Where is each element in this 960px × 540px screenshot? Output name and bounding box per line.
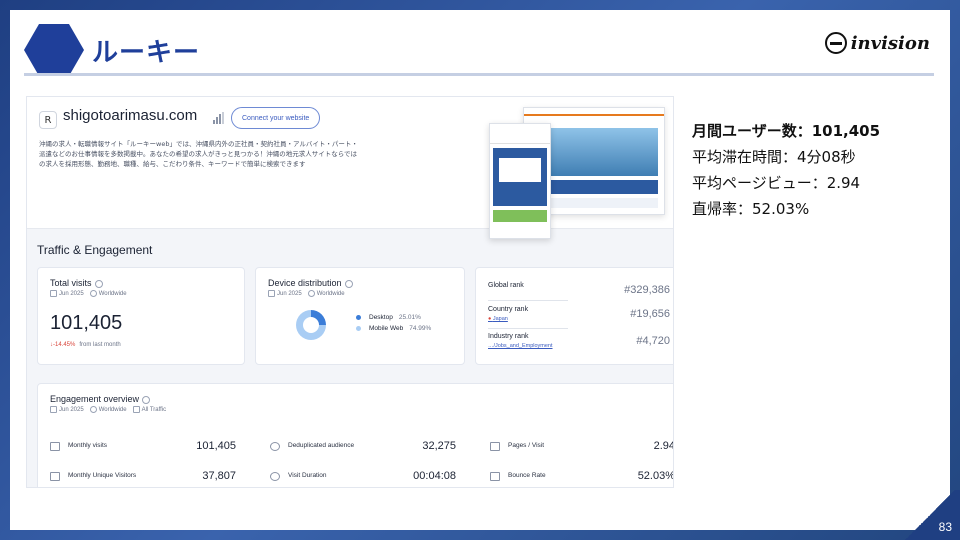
metric-monthly-visits: Monthly visits 101,405 bbox=[50, 440, 236, 454]
stat-avg-duration: 平均滞在時間：4分08秒 bbox=[692, 148, 856, 166]
device-donut-chart bbox=[296, 310, 326, 340]
country-rank-value: #19,656 bbox=[630, 308, 670, 320]
calendar-icon bbox=[50, 442, 60, 451]
info-icon[interactable] bbox=[94, 279, 103, 288]
metric-visit-duration: Visit Duration 00:04:08 bbox=[270, 470, 456, 484]
metric-bounce-rate: Bounce Rate 52.03% bbox=[490, 470, 673, 484]
globe-icon bbox=[307, 290, 315, 297]
total-visits-card: Total visits Jun 2025 Worldwide 101,405 … bbox=[37, 267, 245, 365]
card-title: Engagement overview bbox=[50, 394, 151, 404]
industry-rank-row: Industry rank …/Jobs_and_Employment #4,7… bbox=[488, 333, 670, 349]
metric-deduplicated-audience: Deduplicated audience 32,275 bbox=[270, 440, 456, 454]
card-meta: Jun 2025 Worldwide All Traffic bbox=[50, 406, 166, 413]
global-rank-row: Global rank #329,386 bbox=[488, 282, 670, 296]
logo-text: invision bbox=[850, 32, 930, 54]
card-title: Total visits bbox=[50, 278, 103, 288]
metric-pages-per-visit: Pages / Visit 2.94 bbox=[490, 440, 673, 454]
connect-website-button[interactable]: Connect your website bbox=[231, 107, 321, 129]
calendar-icon bbox=[268, 290, 275, 297]
analytics-screenshot: R shigotoarimasu.com Connect your websit… bbox=[26, 96, 674, 488]
pages-icon bbox=[490, 442, 500, 451]
visitors-icon bbox=[50, 472, 60, 481]
legend-desktop: Desktop 25.01% bbox=[356, 314, 421, 321]
industry-rank-value: #4,720 bbox=[636, 335, 670, 347]
site-domain[interactable]: shigotoarimasu.com bbox=[63, 107, 197, 124]
title-underline bbox=[24, 73, 934, 76]
logo-mark-icon bbox=[824, 32, 847, 54]
calendar-icon bbox=[50, 406, 57, 413]
page-number: 83 bbox=[938, 520, 952, 534]
legend-mobile-web: Mobile Web 74.99% bbox=[356, 325, 431, 332]
bounce-icon bbox=[490, 472, 500, 481]
hexagon-decoration bbox=[24, 24, 84, 76]
total-visits-value: 101,405 bbox=[50, 312, 123, 334]
audience-icon bbox=[270, 442, 280, 451]
summary-stats: 月間ユーザー数：101,405 平均滞在時間：4分08秒 平均ページビュー：2.… bbox=[692, 118, 880, 222]
globe-icon bbox=[89, 290, 97, 297]
metric-monthly-unique-visitors: Monthly Unique Visitors 37,807 bbox=[50, 470, 236, 484]
slide-title: ルーキー bbox=[92, 38, 201, 68]
stat-avg-pageviews: 平均ページビュー：2.94 bbox=[692, 174, 861, 192]
card-meta: Jun 2025 Worldwide bbox=[50, 290, 127, 297]
global-rank-value: #329,386 bbox=[624, 284, 670, 296]
site-header-card: R shigotoarimasu.com Connect your websit… bbox=[27, 97, 673, 239]
card-title: Device distribution bbox=[268, 278, 353, 288]
card-meta: Jun 2025 Worldwide bbox=[268, 290, 345, 297]
mobile-site-preview bbox=[489, 123, 551, 239]
device-distribution-card: Device distribution Jun 2025 Worldwide D… bbox=[255, 267, 465, 365]
site-description: 沖縄の求人・転職情報サイト「ルーキーweb」では、沖縄県内外の正社員・契約社員・… bbox=[39, 140, 358, 168]
site-favicon: R bbox=[39, 111, 57, 129]
stat-monthly-users: 月間ユーザー数：101,405 bbox=[692, 122, 881, 140]
globe-icon bbox=[89, 406, 97, 413]
stat-bounce-rate: 直帰率：52.03% bbox=[692, 200, 810, 218]
engagement-overview-card: Engagement overview Jun 2025 Worldwide A… bbox=[37, 383, 673, 487]
signal-bars-icon bbox=[213, 112, 225, 124]
ranks-card: Global rank #329,386 Country rank ● Japa… bbox=[475, 267, 673, 365]
brand-logo: invision bbox=[824, 32, 930, 54]
info-icon[interactable] bbox=[142, 395, 151, 404]
slide: ルーキー invision R shigotoarimasu.com Conne… bbox=[10, 10, 950, 530]
calendar-icon bbox=[50, 290, 57, 297]
section-title: Traffic & Engagement bbox=[37, 243, 153, 257]
total-visits-delta: ↓-14.45% from last month bbox=[50, 342, 121, 348]
info-icon[interactable] bbox=[344, 279, 353, 288]
clock-icon bbox=[270, 472, 280, 481]
traffic-icon bbox=[132, 406, 140, 413]
